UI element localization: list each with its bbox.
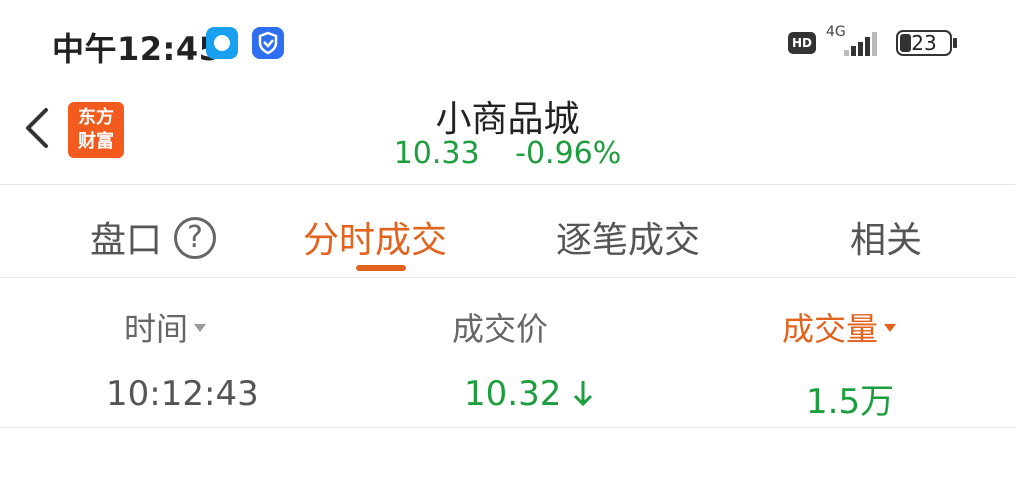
status-time: 中午12:45 (52, 30, 222, 68)
battery-level: 23 (911, 31, 937, 55)
column-header-price: 成交价 (452, 310, 549, 348)
tab-time-trades[interactable]: 分时成交 (303, 211, 447, 263)
help-icon[interactable]: ? (174, 217, 217, 259)
stock-header: 东方 财富 小商品城 10.33 -0.96% (0, 86, 1015, 184)
notification-app-icon (206, 27, 238, 59)
stock-price: 10.33 (393, 136, 480, 171)
tab-bar: 盘口? 分时成交 逐笔成交 相关 (0, 185, 1015, 277)
signal-strength-icon (844, 32, 877, 56)
trade-time: 10:12:43 (106, 374, 259, 414)
hd-badge: HD (788, 32, 816, 54)
stock-change-pct: -0.96% (515, 136, 622, 171)
row-divider (0, 427, 1015, 428)
sort-caret-icon (884, 324, 897, 332)
stock-name: 小商品城 (435, 99, 580, 140)
trade-volume: 1.5万 (806, 382, 895, 422)
tab-related[interactable]: 相关 (850, 211, 922, 263)
column-header-time[interactable]: 时间 (124, 304, 207, 350)
tab-tick-trades[interactable]: 逐笔成交 (556, 211, 700, 263)
sort-caret-icon (194, 324, 207, 332)
battery-icon: 23 (896, 30, 952, 56)
column-header-volume[interactable]: 成交量 (782, 304, 897, 350)
stock-quote: 10.33 -0.96% (0, 136, 1015, 171)
tab-order-book[interactable]: 盘口? (90, 211, 217, 263)
shield-app-icon (252, 27, 284, 59)
trade-price: 10.32 (464, 374, 594, 414)
status-bar: 中午12:45 HD 4G 23 (0, 0, 1015, 86)
down-arrow-icon (574, 380, 593, 406)
active-tab-indicator (356, 265, 406, 271)
battery-nub (953, 38, 957, 48)
tabs-divider (0, 277, 1015, 278)
